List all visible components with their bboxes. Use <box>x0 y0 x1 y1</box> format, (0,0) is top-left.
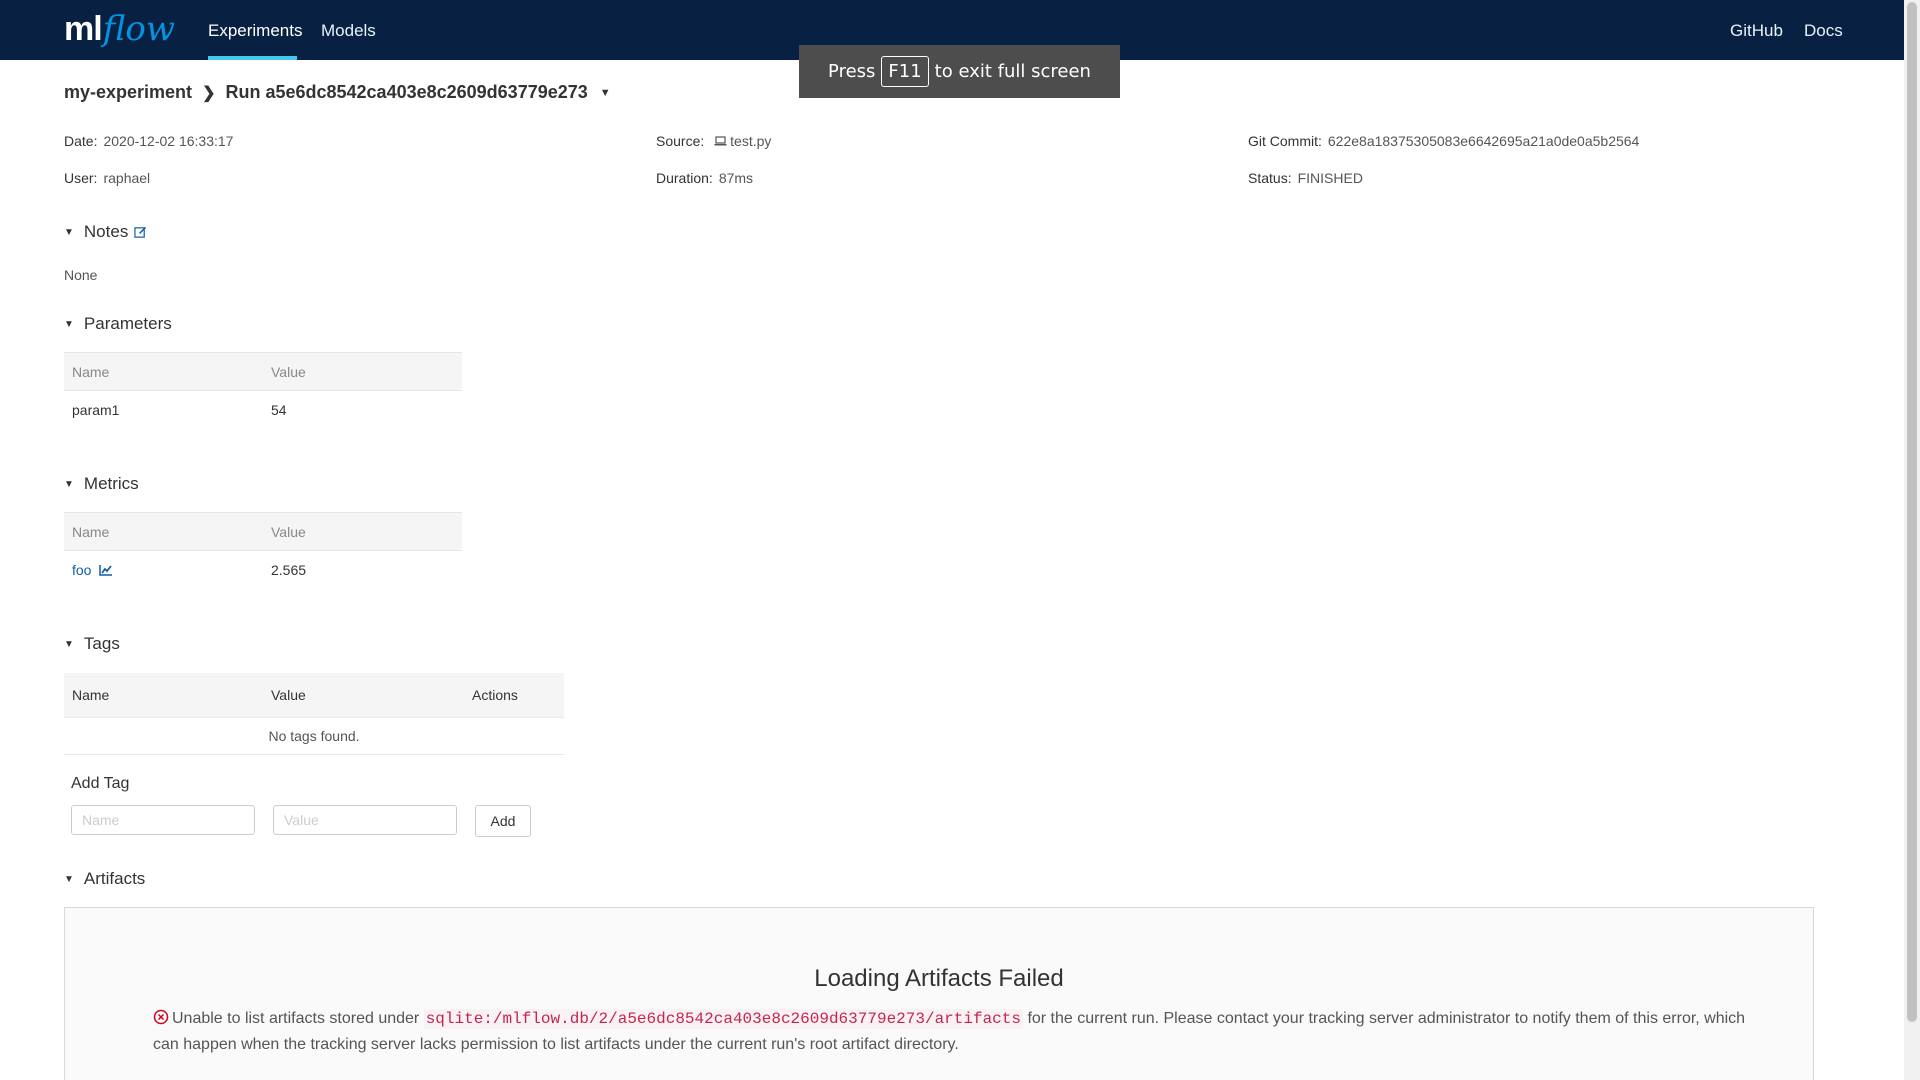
edit-icon[interactable] <box>134 226 147 239</box>
error-msg-before: Unable to list artifacts stored under <box>172 1010 420 1027</box>
chart-line-icon[interactable] <box>99 564 113 576</box>
table-row: foo 2.565 <box>64 551 462 589</box>
parameters-section-header[interactable]: ▼ Parameters <box>64 314 172 334</box>
mlflow-logo[interactable]: ml flow <box>64 8 175 50</box>
laptop-icon <box>714 133 727 149</box>
tag-value-input[interactable]: Value <box>273 805 457 835</box>
notes-section-header[interactable]: ▼ Notes <box>64 222 147 242</box>
git-value: 622e8a18375305083e6642695a21a0de0a5b2564 <box>1327 133 1640 149</box>
tags-title: Tags <box>83 634 120 653</box>
tag-name-input[interactable]: Name <box>71 805 255 835</box>
caret-down-icon[interactable]: ▼ <box>600 87 611 99</box>
param-value: 54 <box>271 401 287 418</box>
logo-ml: ml <box>64 10 103 48</box>
date-label: Date: <box>64 133 98 149</box>
breadcrumb-run: Run a5e6dc8542ca403e8c2609d63779e273 <box>225 82 588 102</box>
meta-status: Status: FINISHED <box>1248 170 1363 186</box>
breadcrumb: my-experiment ❯ Run a5e6dc8542ca403e8c26… <box>64 82 611 103</box>
parameters-title: Parameters <box>83 314 172 333</box>
status-value: FINISHED <box>1297 170 1363 186</box>
meta-duration: Duration: 87ms <box>656 170 753 186</box>
param-name: param1 <box>72 401 120 418</box>
artifacts-error-message: Unable to list artifacts stored under sq… <box>153 1006 1753 1057</box>
col-name: Name <box>72 687 110 703</box>
nav-experiments[interactable]: Experiments <box>208 0 302 60</box>
table-header-row: Name Value Actions <box>64 673 564 718</box>
col-value: Value <box>263 512 462 551</box>
metric-name-cell: foo <box>64 551 263 589</box>
add-tag-button[interactable]: Add <box>475 805 531 837</box>
caret-down-icon[interactable]: ▼ <box>64 479 74 490</box>
table-header-row: Name Value <box>64 512 462 551</box>
meta-source: Source: test.py <box>656 133 771 149</box>
git-label: Git Commit: <box>1248 133 1322 149</box>
notes-title: Notes <box>83 222 129 241</box>
breadcrumb-experiment[interactable]: my-experiment <box>64 82 192 103</box>
logo-flow: flow <box>102 9 175 49</box>
meta-git-commit: Git Commit: 622e8a18375305083e6642695a21a… <box>1248 133 1639 149</box>
date-value: 2020-12-02 16:33:17 <box>103 133 234 149</box>
metric-value: 2.565 <box>271 561 307 578</box>
col-actions: Actions <box>472 687 518 703</box>
artifacts-section-header[interactable]: ▼ Artifacts <box>64 869 145 889</box>
parameters-table: Name Value param1 54 <box>64 352 462 428</box>
table-header-row: Name Value <box>64 352 462 391</box>
duration-label: Duration: <box>656 170 713 186</box>
meta-user: User: raphael <box>64 170 150 186</box>
artifact-path: sqlite:/mlflow.db/2/a5e6dc8542ca403e8c26… <box>423 1009 1023 1029</box>
scrollbar-thumb[interactable] <box>1907 2 1917 1022</box>
fullscreen-toast: Press F11 to exit full screen <box>799 45 1120 98</box>
nav-models[interactable]: Models <box>321 0 376 60</box>
active-tab-indicator <box>208 56 297 60</box>
add-tag-label: Add Tag <box>71 775 130 792</box>
caret-down-icon[interactable]: ▼ <box>64 227 74 238</box>
col-name: Name <box>64 512 263 551</box>
vertical-scrollbar[interactable] <box>1904 0 1920 1080</box>
caret-down-icon[interactable]: ▼ <box>64 874 74 885</box>
col-name: Name <box>64 352 263 391</box>
artifacts-error-title: Loading Artifacts Failed <box>814 965 1064 992</box>
metric-link[interactable]: foo <box>72 562 91 578</box>
tags-section-header[interactable]: ▼ Tags <box>64 634 120 654</box>
tags-table: Name Value Actions No tags found. <box>64 673 564 755</box>
metrics-section-header[interactable]: ▼ Metrics <box>64 474 139 494</box>
col-value: Value <box>271 687 306 703</box>
metrics-title: Metrics <box>83 474 139 493</box>
chevron-right-icon: ❯ <box>202 84 216 102</box>
toast-key: F11 <box>881 56 929 87</box>
source-label: Source: <box>656 133 705 149</box>
status-label: Status: <box>1248 170 1292 186</box>
user-value: raphael <box>103 170 151 186</box>
source-value[interactable]: test.py <box>730 133 771 149</box>
meta-date: Date: 2020-12-02 16:33:17 <box>64 133 233 149</box>
empty-state: No tags found. <box>64 718 564 755</box>
toast-after: to exit full screen <box>934 61 1091 82</box>
nav-docs[interactable]: Docs <box>1804 0 1843 60</box>
table-row: param1 54 <box>64 391 462 429</box>
caret-down-icon[interactable]: ▼ <box>64 319 74 330</box>
caret-down-icon[interactable]: ▼ <box>64 639 74 650</box>
artifacts-panel: Loading Artifacts Failed Unable to list … <box>64 907 1814 1080</box>
error-circle-icon <box>153 1009 169 1025</box>
toast-press: Press <box>828 61 876 82</box>
col-value: Value <box>263 352 462 391</box>
duration-value: 87ms <box>718 170 754 186</box>
metrics-table: Name Value foo 2.565 <box>64 512 462 588</box>
nav-github[interactable]: GitHub <box>1730 0 1783 60</box>
notes-content: None <box>64 267 98 283</box>
artifacts-title: Artifacts <box>83 869 146 888</box>
user-label: User: <box>64 170 98 186</box>
